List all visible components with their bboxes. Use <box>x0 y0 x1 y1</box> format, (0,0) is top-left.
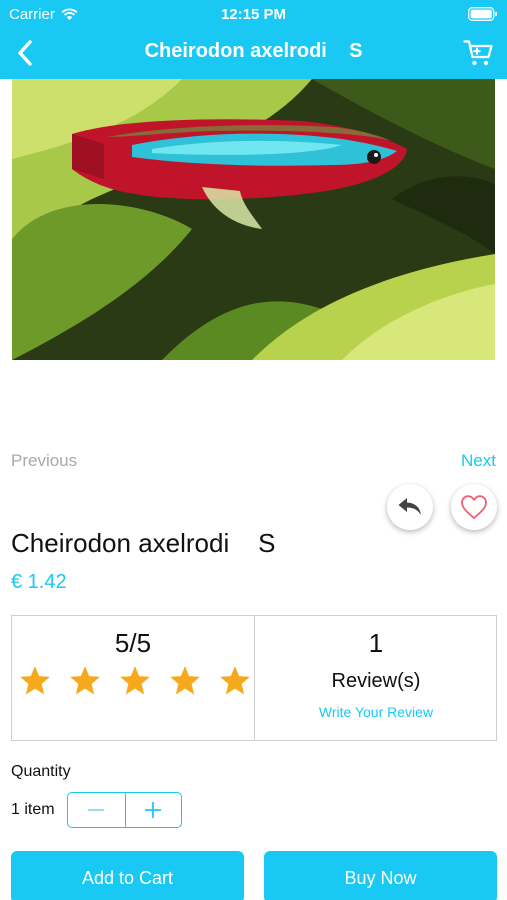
status-time: 12:15 PM <box>220 6 287 23</box>
reply-arrow-icon <box>398 498 421 515</box>
product-pager: Previous Next <box>11 451 496 473</box>
minus-icon <box>88 809 105 811</box>
quantity-value: 1 item <box>11 801 55 818</box>
next-link[interactable]: Next <box>461 451 496 471</box>
star-icon <box>120 666 150 695</box>
add-to-cart-button[interactable]: Add to Cart <box>11 851 244 900</box>
product-image <box>12 79 495 360</box>
heart-outline-icon <box>461 495 487 519</box>
increment-button[interactable] <box>124 793 182 827</box>
share-button[interactable] <box>387 484 433 530</box>
buy-now-button[interactable]: Buy Now <box>264 851 497 900</box>
plus-icon <box>145 802 162 818</box>
previous-link[interactable]: Previous <box>11 451 77 471</box>
chevron-left-icon <box>18 40 32 66</box>
page-title: Cheirodon axelrodi S <box>144 40 363 62</box>
rating-score: 5/5 <box>114 628 152 658</box>
quantity-label: Quantity <box>11 763 71 780</box>
star-icon <box>170 666 200 695</box>
product-name: Cheirodon axelrodi S <box>11 528 276 558</box>
product-price: € 1.42 <box>11 571 67 593</box>
status-bar: Carrier 12:15 PM <box>0 0 507 28</box>
star-icon <box>70 666 100 695</box>
review-count: 1 <box>368 628 384 658</box>
battery-icon <box>468 7 498 25</box>
review-label: Review(s) <box>331 670 421 692</box>
write-review-link[interactable]: Write Your Review <box>255 704 497 720</box>
cart-icon <box>463 40 493 66</box>
quantity-stepper <box>67 792 182 828</box>
favorite-button[interactable] <box>451 484 497 530</box>
rating-summary: 5/5 1 Review(s) Write Your Review <box>11 615 497 741</box>
decrement-button[interactable] <box>68 793 125 827</box>
back-button[interactable] <box>8 36 42 70</box>
navigation-header: Carrier 12:15 PM Cheirodon axelrodi S <box>0 0 507 79</box>
cart-button[interactable] <box>461 36 495 70</box>
navbar: Cheirodon axelrodi S <box>0 28 507 79</box>
star-icon <box>20 666 50 695</box>
star-rating <box>16 664 252 698</box>
star-icon <box>220 666 250 695</box>
